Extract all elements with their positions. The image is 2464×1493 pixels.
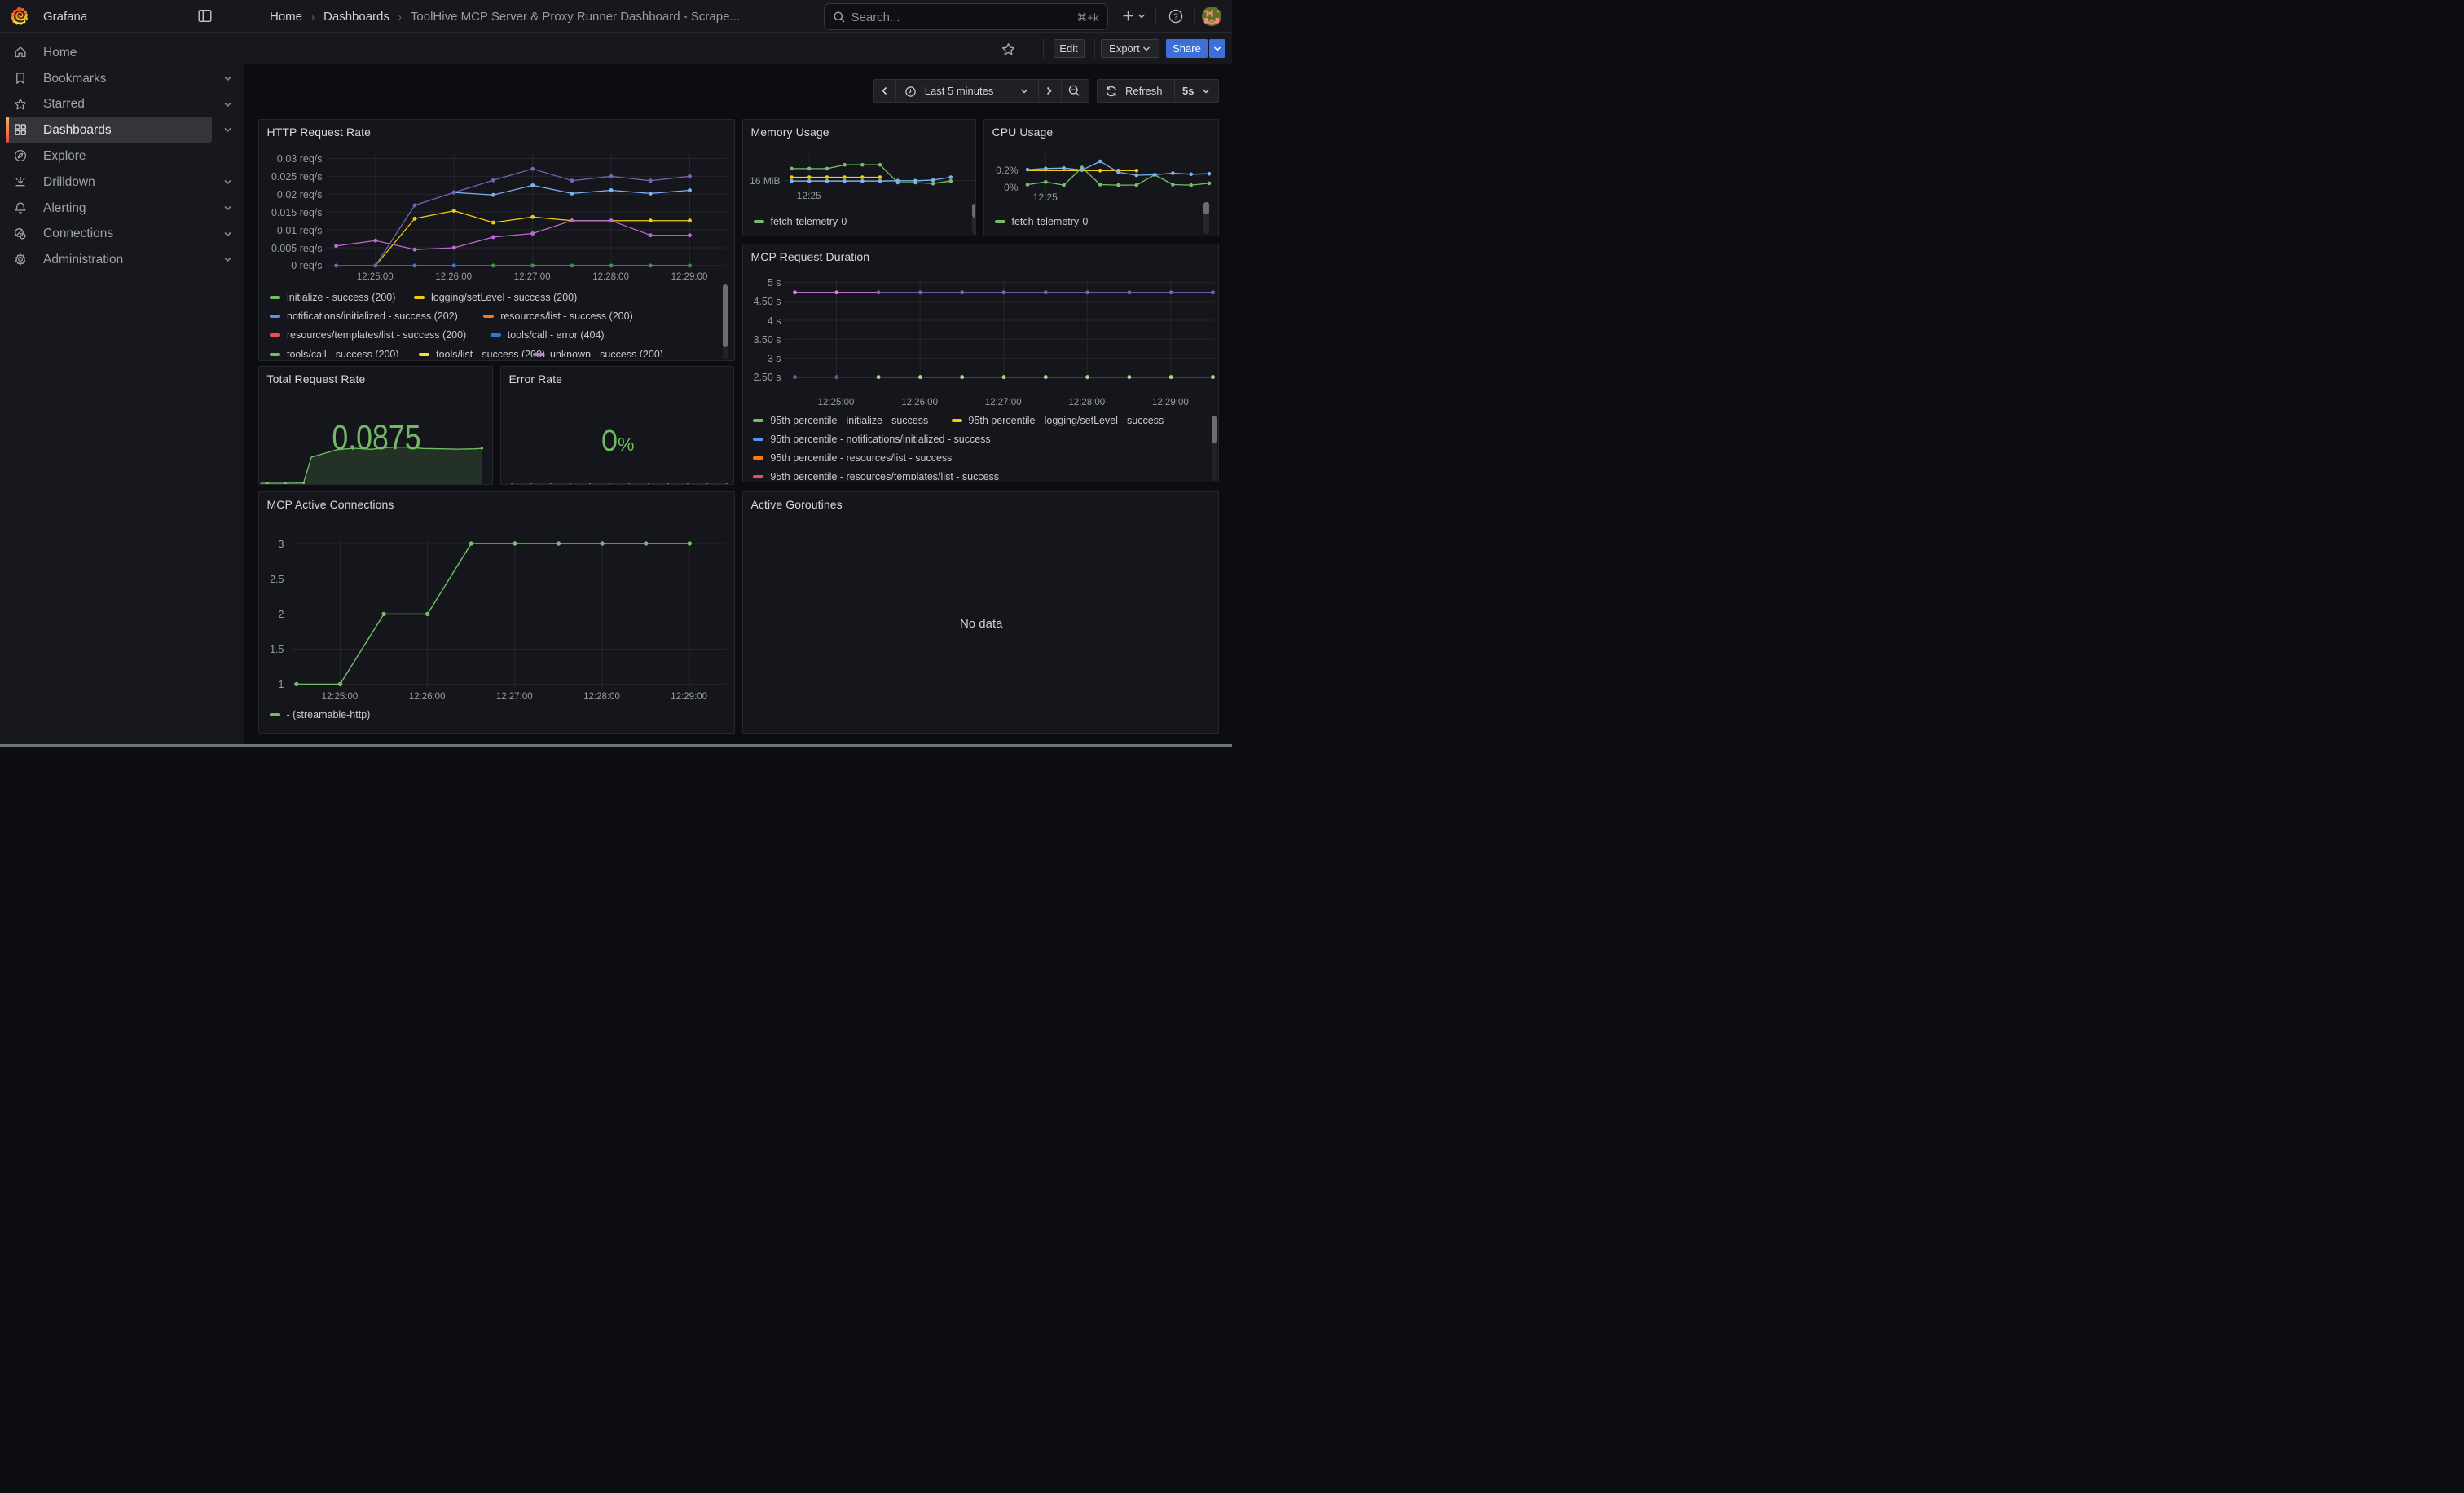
svg-text:?: ? xyxy=(1173,13,1178,22)
